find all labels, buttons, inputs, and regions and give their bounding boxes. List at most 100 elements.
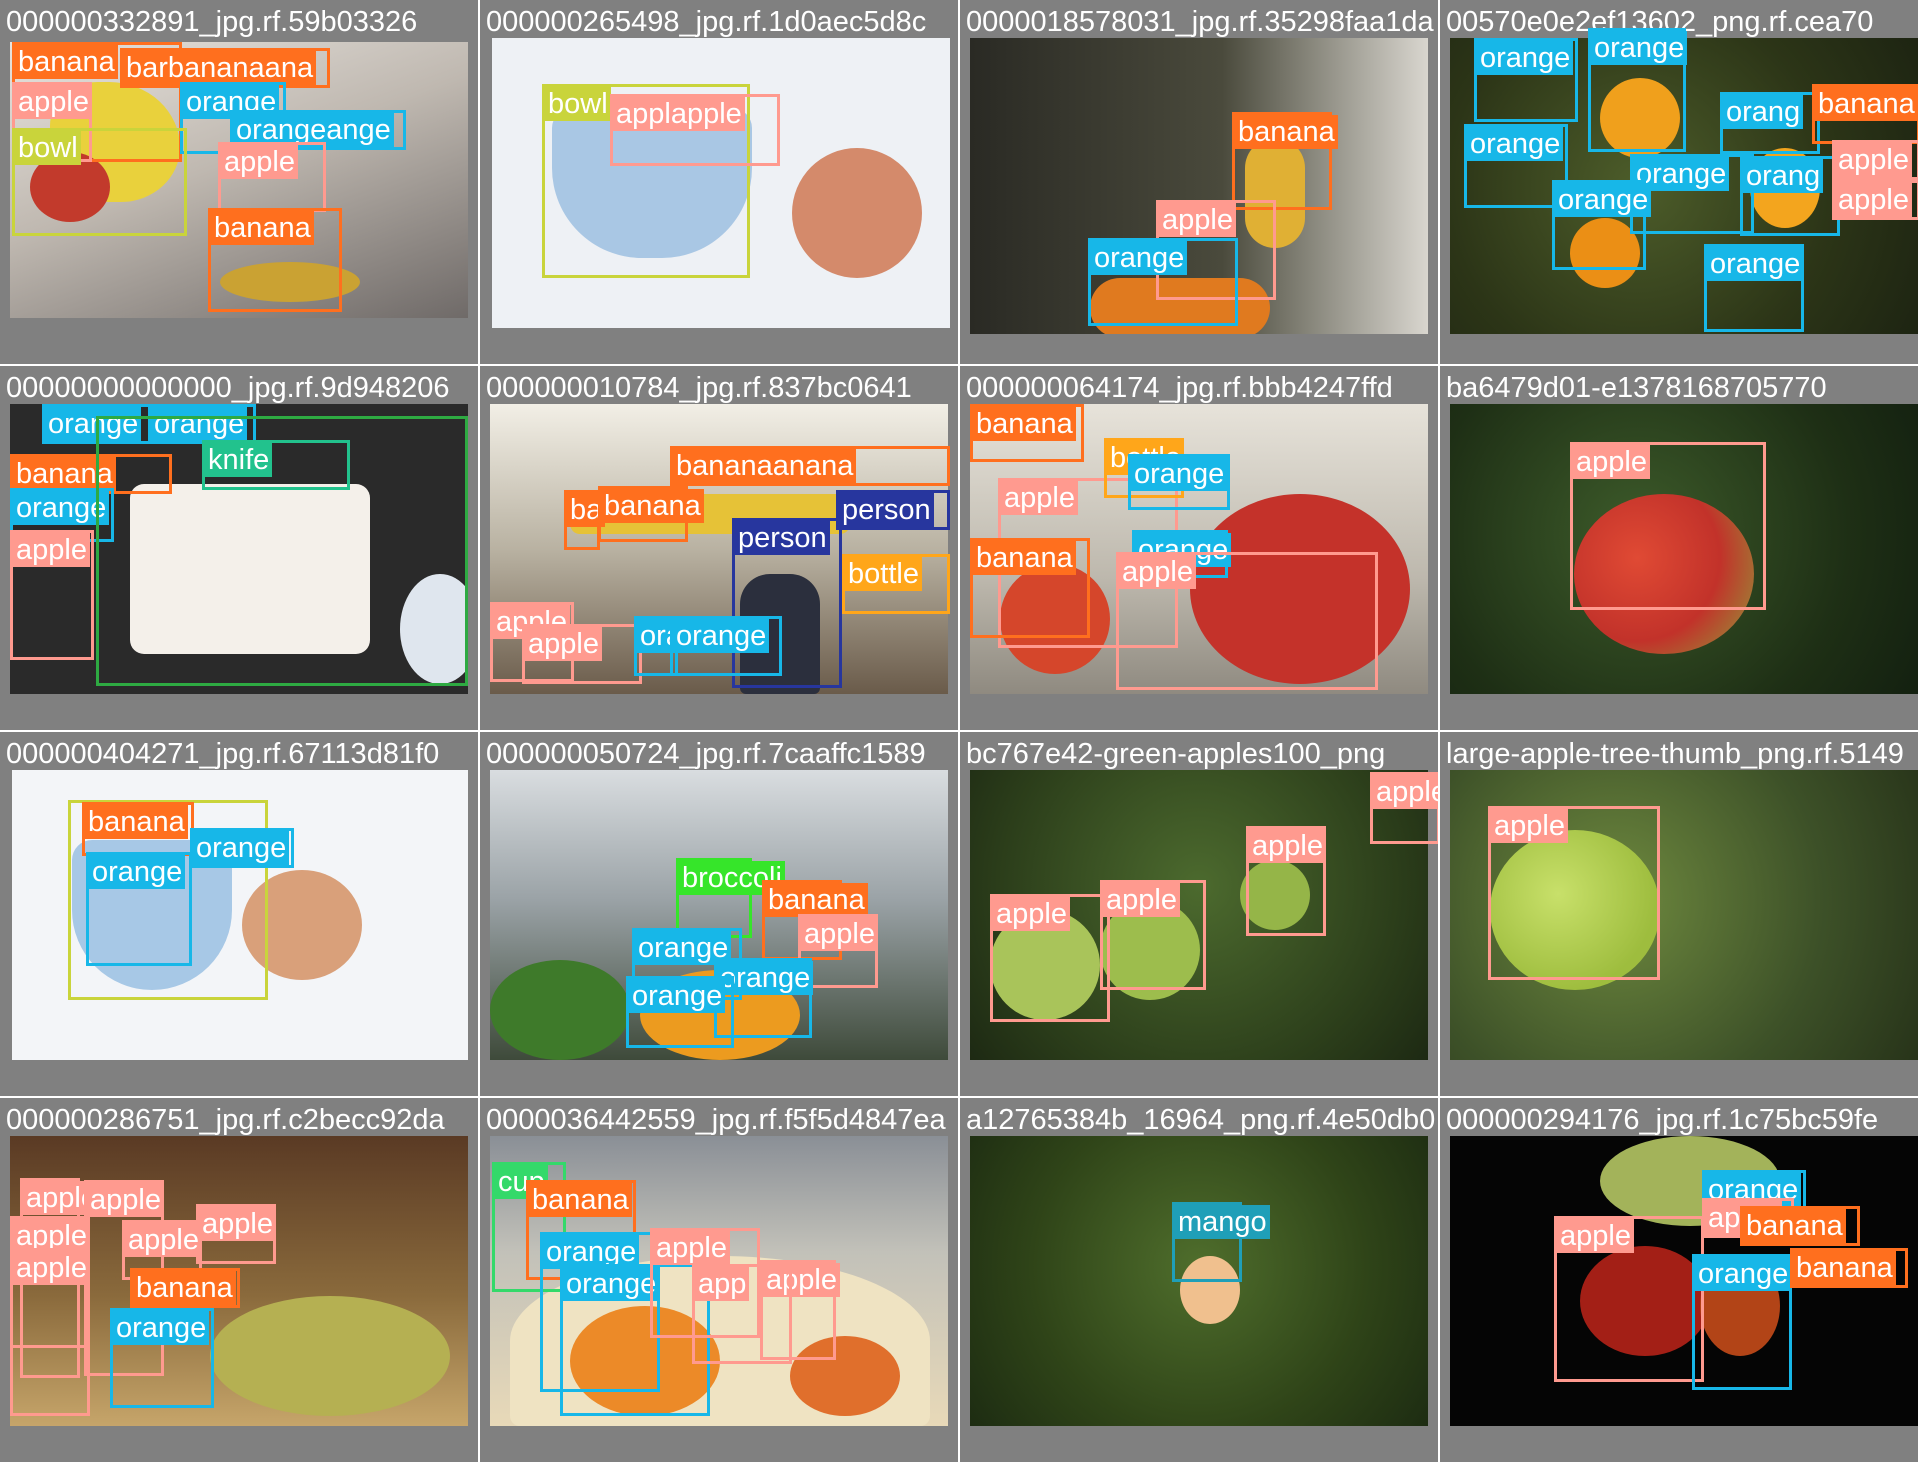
box-label: banana xyxy=(1235,115,1338,149)
banana-box: banana xyxy=(1740,1206,1860,1246)
box-label: banana xyxy=(529,1183,632,1217)
tile-1: 000000332891_jpg.rf.59b03326 banana barb… xyxy=(0,0,480,366)
box-label: apple xyxy=(1249,829,1326,863)
tile-filename: 000000332891_jpg.rf.59b03326 xyxy=(6,6,418,38)
box-label: orange xyxy=(1467,127,1564,161)
tile-3: 0000018578031_jpg.rf.35298faa1da banana … xyxy=(960,0,1440,366)
broccoli-box: broccoli xyxy=(676,858,785,938)
tile-filename: a12765384b_16964_png.rf.4e50db0 xyxy=(966,1104,1436,1136)
banana-box: ba xyxy=(564,490,606,550)
apple-box: apple xyxy=(1570,442,1766,610)
orange-box: orange xyxy=(626,976,734,1048)
box-label: bowl xyxy=(545,87,611,121)
tile-filename: 000000050724_jpg.rf.7caaffc1589 xyxy=(486,738,926,770)
box-label: apple xyxy=(13,1251,90,1285)
banana-box: banana xyxy=(82,802,194,856)
box-label: apple xyxy=(1835,183,1912,217)
tile-5: 00000000000000_jpg.rf.9d948206 orange or… xyxy=(0,366,480,732)
orange-box: orange xyxy=(670,616,782,676)
box-label: bananaanana xyxy=(673,449,857,483)
box-label: banana xyxy=(1815,87,1918,121)
box-label: apple xyxy=(1373,775,1438,809)
box-label: apple xyxy=(653,1231,730,1265)
box-label: apple xyxy=(15,85,92,119)
orange-box: orang xyxy=(1720,92,1820,154)
apple-box: apple xyxy=(1116,552,1378,690)
box-label: banana xyxy=(211,211,314,245)
vegetable-shape xyxy=(490,960,630,1060)
box-label: orang xyxy=(1743,159,1824,193)
box-label: mango xyxy=(1175,1205,1270,1239)
orange-box: orange xyxy=(1088,238,1238,326)
box-label: orange xyxy=(673,619,770,653)
box-label: banana xyxy=(85,805,188,839)
tile-filename: bc767e42-green-apples100_png xyxy=(966,738,1386,770)
box-label: person xyxy=(839,493,934,527)
banana-box: banana xyxy=(130,1268,240,1308)
box-label: orange xyxy=(113,1311,210,1345)
apple-box: apple xyxy=(196,1204,276,1264)
box-label: orange xyxy=(563,1267,660,1301)
banana-box: banana xyxy=(1790,1248,1908,1288)
orange-box: orange xyxy=(1704,244,1804,332)
box-label: bowl xyxy=(15,131,81,165)
box-label: apple xyxy=(1491,809,1568,843)
apple-box: apple xyxy=(1554,1216,1704,1382)
tile-filename: ba6479d01-e1378168705770 xyxy=(1446,372,1827,404)
orange-box: orange xyxy=(1474,38,1578,122)
tile-filename: 000000010784_jpg.rf.837bc0641 xyxy=(486,372,912,404)
box-label: apple xyxy=(125,1223,202,1257)
box-label: app xyxy=(695,1267,750,1301)
box-label: banana xyxy=(1793,1251,1896,1285)
box-label: applapple xyxy=(613,97,745,131)
box-label: banana xyxy=(15,45,118,79)
box-label: apple xyxy=(993,897,1070,931)
tile-10: 000000050724_jpg.rf.7caaffc1589 broccoli… xyxy=(480,732,960,1098)
apple-box: apple xyxy=(1832,140,1918,180)
box-label: apple xyxy=(1573,445,1650,479)
tile-filename: 000000064174_jpg.rf.bbb4247ffd xyxy=(966,372,1393,404)
cake-box xyxy=(96,416,468,686)
tile-6: 000000010784_jpg.rf.837bc0641 ba banana … xyxy=(480,366,960,732)
box-label: apple xyxy=(1119,555,1196,589)
banana-box: bananaanana xyxy=(670,446,950,486)
tile-filename: 000000286751_jpg.rf.c2becc92da xyxy=(6,1104,445,1136)
box-label: apple xyxy=(801,917,878,951)
banana-box: banana xyxy=(970,538,1090,638)
tile-14: 0000036442559_jpg.rf.f5f5d4847ea cup ban… xyxy=(480,1098,960,1464)
apple-box: apple xyxy=(990,894,1110,1022)
orange-box: orange xyxy=(1692,1254,1792,1390)
box-label: banana xyxy=(601,489,704,523)
apple-box: apple xyxy=(1246,826,1326,936)
coin-shape xyxy=(792,148,922,278)
banana-box: banana xyxy=(598,486,704,542)
box-label: apple xyxy=(1001,481,1078,515)
box-label: orange xyxy=(89,855,186,889)
box-label: apple xyxy=(87,1183,164,1217)
banana-box: banana xyxy=(208,208,342,312)
box-label: orange xyxy=(1555,183,1652,217)
tile-filename: large-apple-tree-thumb_png.rf.5149 xyxy=(1446,738,1904,770)
box-label: apple xyxy=(1557,1219,1634,1253)
box-label: apple xyxy=(13,533,90,567)
box-label: orange xyxy=(1131,457,1228,491)
box-label: barbananaana xyxy=(123,51,317,85)
apple-box: apple xyxy=(10,530,94,660)
mosaic-grid: 000000332891_jpg.rf.59b03326 banana barb… xyxy=(0,0,1920,1464)
box-label: apple xyxy=(221,145,298,179)
apple-box: apple xyxy=(218,142,326,212)
tile-filename: 000000265498_jpg.rf.1d0aec5d8c xyxy=(486,6,927,38)
person-box: person xyxy=(836,490,950,530)
tile-16: 000000294176_jpg.rf.1c75bc59fe orange ap… xyxy=(1440,1098,1920,1464)
box-label: orange xyxy=(193,831,290,865)
box-label: apple xyxy=(199,1207,276,1241)
tile-9: 000000404271_jpg.rf.67113d81f0 banana or… xyxy=(0,732,480,1098)
box-label: apple xyxy=(525,627,602,661)
box-label: orange xyxy=(1091,241,1188,275)
orange-box: orange xyxy=(190,828,294,868)
box-label: banana xyxy=(973,407,1076,441)
box-label: banana xyxy=(973,541,1076,575)
tile-filename: 000000294176_jpg.rf.1c75bc59fe xyxy=(1446,1104,1879,1136)
apple-box: apple xyxy=(10,1248,90,1348)
apple-box: apple xyxy=(522,624,642,684)
